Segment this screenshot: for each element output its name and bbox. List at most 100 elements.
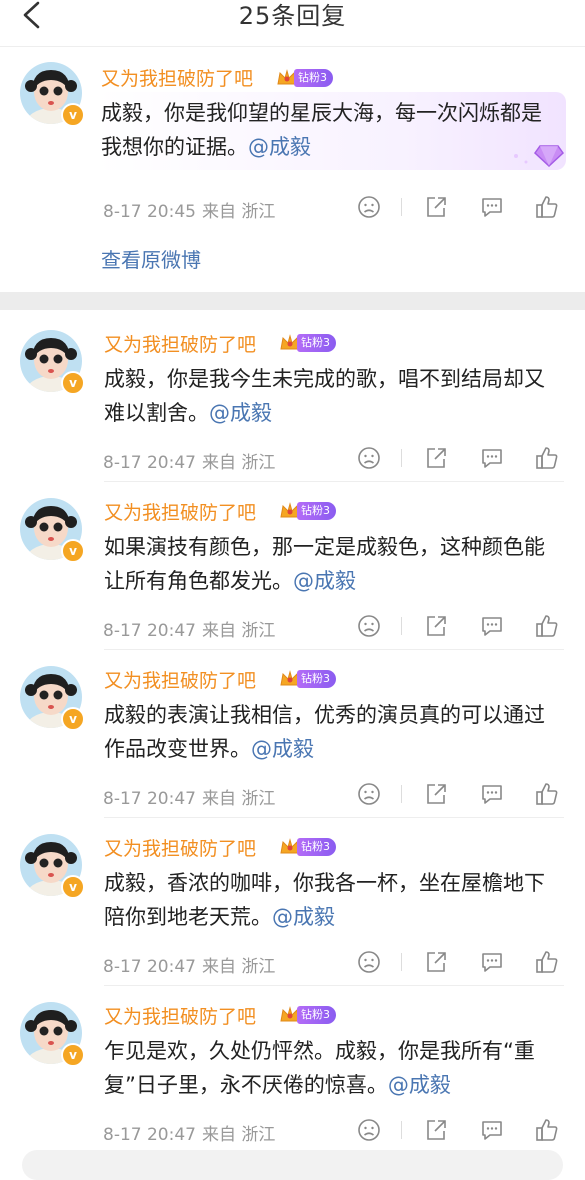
mention-link[interactable]: @成毅 [272,905,335,929]
comment-location: 来自 浙江 [201,453,276,473]
comment-actions [355,612,565,640]
avatar[interactable]: v [20,62,85,127]
comment-username[interactable]: 又为我担破防了吧 [101,64,253,91]
comment-icon[interactable] [478,612,506,640]
mention-link[interactable]: @成毅 [388,1073,451,1097]
page-title: 25条回复 [238,2,347,30]
share-icon[interactable] [422,1116,450,1144]
verified-badge-icon: v [61,371,85,395]
action-divider [401,953,402,971]
fan-badge-label: 钻粉3 [297,670,336,688]
action-divider [401,785,402,803]
comment-text: 成毅，你是我仰望的星辰大海，每一次闪烁都是我想你的证据。@成毅 [101,96,546,164]
comment-meta: 8-17 20:47 来自 浙江 [103,952,275,977]
verified-badge-icon: v [61,539,85,563]
action-divider [401,1121,402,1139]
comment-meta: 8-17 20:47 来自 浙江 [103,448,275,473]
reply-input-bar[interactable] [22,1150,563,1180]
action-divider [401,198,402,216]
like-icon[interactable] [533,444,561,472]
comment-actions [355,444,565,472]
comment-meta: 8-17 20:47 来自 浙江 [103,1120,275,1145]
comment-location: 来自 浙江 [201,1125,276,1145]
dislike-icon[interactable] [355,948,383,976]
like-icon[interactable] [533,1116,561,1144]
mention-link[interactable]: @成毅 [248,135,311,159]
comment-meta: 8-17 20:47 来自 浙江 [103,784,275,809]
share-icon[interactable] [422,193,450,221]
fan-badge-label: 钻粉3 [297,334,336,352]
like-icon[interactable] [533,948,561,976]
comment-time: 8-17 20:45 [103,202,196,222]
verified-badge-icon: v [61,1043,85,1067]
share-icon[interactable] [422,780,450,808]
fan-badge: 钻粉3 [279,501,336,521]
avatar[interactable]: v [20,1002,85,1067]
dislike-icon[interactable] [355,1116,383,1144]
comment-meta: 8-17 20:47 来自 浙江 [103,616,275,641]
like-icon[interactable] [533,612,561,640]
comment-text: 如果演技有颜色，那一定是成毅色，这种颜色能让所有角色都发光。@成毅 [104,530,552,598]
comment-time: 8-17 20:47 [103,453,196,473]
dislike-icon[interactable] [355,780,383,808]
comment-time: 8-17 20:47 [103,621,196,641]
comment-location: 来自 浙江 [201,957,276,977]
comment-time: 8-17 20:47 [103,1125,196,1145]
comment-actions [355,948,565,976]
verified-badge-icon: v [61,875,85,899]
comment-body: 乍见是欢，久处仍怦然。成毅，你是我所有“重复”日子里，永不厌倦的惊喜。 [104,1039,535,1097]
dislike-icon[interactable] [355,444,383,472]
comment-icon[interactable] [478,444,506,472]
avatar[interactable]: v [20,498,85,563]
comment-divider [104,985,564,986]
fan-badge-label: 钻粉3 [297,502,336,520]
comment-username[interactable]: 又为我担破防了吧 [104,330,256,357]
avatar[interactable]: v [20,330,85,395]
comment-location: 来自 浙江 [201,621,276,641]
dislike-icon[interactable] [355,193,383,221]
avatar[interactable]: v [20,666,85,731]
section-divider [0,292,585,310]
comment-body: 成毅的表演让我相信，优秀的演员真的可以通过作品改变世界。 [104,703,545,761]
avatar[interactable]: v [20,834,85,899]
top-bar: 25条回复 [0,0,585,47]
mention-link[interactable]: @成毅 [293,569,356,593]
share-icon[interactable] [422,948,450,976]
dislike-icon[interactable] [355,612,383,640]
comment-time: 8-17 20:47 [103,957,196,977]
comment-actions [355,1116,565,1144]
comment-username[interactable]: 又为我担破防了吧 [104,498,256,525]
fan-badge-label: 钻粉3 [294,69,333,87]
comment-divider [104,817,564,818]
fan-badge-label: 钻粉3 [297,838,336,856]
like-icon[interactable] [533,780,561,808]
comment-text: 成毅，香浓的咖啡，你我各一杯，坐在屋檐地下陪你到地老天荒。@成毅 [104,866,552,934]
comment-username[interactable]: 又为我担破防了吧 [104,666,256,693]
fan-badge: 钻粉3 [279,1005,336,1025]
mention-link[interactable]: @成毅 [251,737,314,761]
share-icon[interactable] [422,612,450,640]
comment-username[interactable]: 又为我担破防了吧 [104,1002,256,1029]
comment-body: 成毅，你是我今生未完成的歌，唱不到结局却又难以割舍。 [104,367,545,425]
comment-icon[interactable] [478,1116,506,1144]
like-icon[interactable] [533,193,561,221]
comment-location: 来自 浙江 [201,789,276,809]
comment-username[interactable]: 又为我担破防了吧 [104,834,256,861]
mention-link[interactable]: @成毅 [209,401,272,425]
comment-divider [104,481,564,482]
fan-badge-label: 钻粉3 [297,1006,336,1024]
fan-badge: 钻粉3 [276,68,333,88]
comment-location: 来自 浙江 [201,202,276,222]
comment-icon[interactable] [478,948,506,976]
comment-icon[interactable] [478,193,506,221]
comment-body: 成毅，你是我仰望的星辰大海，每一次闪烁都是我想你的证据。 [101,101,542,159]
comment-icon[interactable] [478,780,506,808]
comment-meta: 8-17 20:45 来自 浙江 [103,197,275,222]
view-original-link[interactable]: 查看原微博 [101,244,201,273]
comment-text: 成毅，你是我今生未完成的歌，唱不到结局却又难以割舍。@成毅 [104,362,552,430]
share-icon[interactable] [422,444,450,472]
action-divider [401,617,402,635]
fan-badge: 钻粉3 [279,837,336,857]
action-divider [401,449,402,467]
comment-actions [355,193,565,221]
